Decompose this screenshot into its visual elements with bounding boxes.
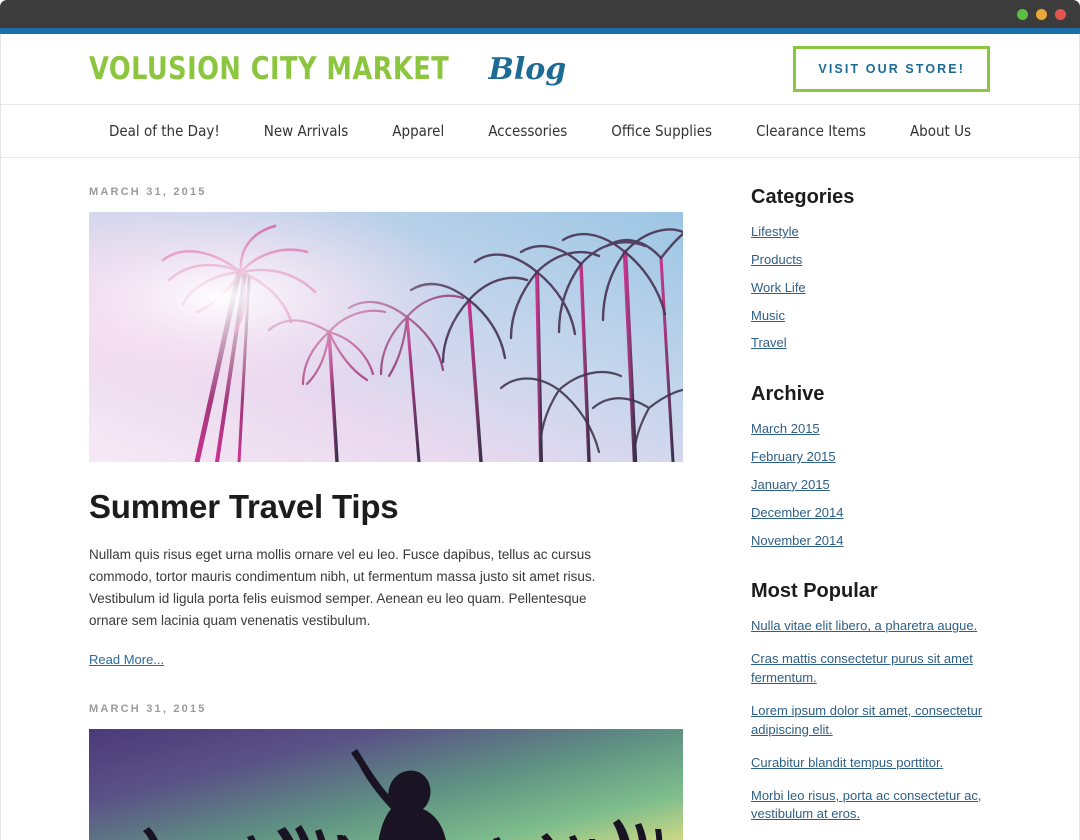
most-popular-list: Nulla vitae elit libero, a pharetra augu… xyxy=(751,617,987,824)
list-item: Morbi leo risus, porta ac consectetur ac… xyxy=(751,787,987,825)
site-header: VOLUSION CITY MARKET Blog VISIT OUR STOR… xyxy=(1,34,1079,105)
list-item: Nulla vitae elit libero, a pharetra augu… xyxy=(751,617,987,636)
widget-title-categories: Categories xyxy=(751,186,855,208)
popular-link-4[interactable]: Curabitur blandit tempus porttitor. xyxy=(751,755,943,770)
concert-crowd-illustration xyxy=(89,729,683,840)
read-more-link[interactable]: Read More... xyxy=(89,652,164,667)
archive-link-november-2014[interactable]: November 2014 xyxy=(751,533,844,548)
window-maximize-dot[interactable] xyxy=(1017,9,1028,20)
blog-post: MARCH 31, 2015 xyxy=(89,186,687,669)
list-item: November 2014 xyxy=(751,532,987,551)
post-title: Summer Travel Tips xyxy=(89,488,399,525)
content-area: MARCH 31, 2015 Summer Travel Tips Nullam… xyxy=(1,158,1079,840)
list-item: Lorem ipsum dolor sit amet, consectetur … xyxy=(751,702,987,740)
widget-archive: Archive March 2015 February 2015 January… xyxy=(751,383,987,550)
post-featured-image-concert[interactable] xyxy=(89,729,683,840)
post-date: MARCH 31, 2015 xyxy=(89,186,207,198)
palm-trees-illustration xyxy=(89,212,683,462)
list-item: Lifestyle xyxy=(751,223,987,242)
window-controls xyxy=(1017,9,1066,20)
list-item: December 2014 xyxy=(751,504,987,523)
main-navigation: Deal of the Day! New Arrivals Apparel Ac… xyxy=(1,105,1079,158)
archive-link-march-2015[interactable]: March 2015 xyxy=(751,421,820,436)
list-item: Products xyxy=(751,251,987,270)
archive-link-january-2015[interactable]: January 2015 xyxy=(751,477,830,492)
list-item: Music xyxy=(751,307,987,326)
widget-categories: Categories Lifestyle Products Work Life … xyxy=(751,186,987,353)
category-link-music[interactable]: Music xyxy=(751,308,785,323)
logo-wordmark: VOLUSION CITY MARKET xyxy=(89,51,450,87)
post-excerpt: Nullam quis risus eget urna mollis ornar… xyxy=(89,547,596,628)
archive-link-december-2014[interactable]: December 2014 xyxy=(751,505,844,520)
categories-list: Lifestyle Products Work Life Music Trave… xyxy=(751,223,987,353)
sidebar: Categories Lifestyle Products Work Life … xyxy=(687,158,987,840)
list-item: Work Life xyxy=(751,279,987,298)
nav-item-office-supplies[interactable]: Office Supplies xyxy=(589,122,734,140)
list-item: January 2015 xyxy=(751,476,987,495)
site-page: VOLUSION CITY MARKET Blog VISIT OUR STOR… xyxy=(0,34,1080,840)
logo-blog-script: Blog xyxy=(488,52,567,87)
widget-most-popular: Most Popular Nulla vitae elit libero, a … xyxy=(751,580,987,824)
nav-item-about-us[interactable]: About Us xyxy=(888,122,993,140)
nav-item-new-arrivals[interactable]: New Arrivals xyxy=(242,122,371,140)
window-close-dot[interactable] xyxy=(1055,9,1066,20)
post-date: MARCH 31, 2015 xyxy=(89,703,207,716)
window-minimize-dot[interactable] xyxy=(1036,9,1047,20)
category-link-work-life[interactable]: Work Life xyxy=(751,280,806,295)
archive-link-february-2015[interactable]: February 2015 xyxy=(751,449,836,464)
category-link-products[interactable]: Products xyxy=(751,252,802,267)
site-logo[interactable]: VOLUSION CITY MARKET Blog xyxy=(89,51,566,87)
category-link-travel[interactable]: Travel xyxy=(751,335,787,350)
archive-list: March 2015 February 2015 January 2015 De… xyxy=(751,420,987,550)
widget-title-archive: Archive xyxy=(751,383,825,406)
nav-item-deal-of-the-day[interactable]: Deal of the Day! xyxy=(87,122,242,140)
list-item: Travel xyxy=(751,334,987,353)
list-item: Curabitur blandit tempus porttitor. xyxy=(751,754,987,773)
blog-post: MARCH 31, 2015 xyxy=(89,703,687,840)
post-list: MARCH 31, 2015 Summer Travel Tips Nullam… xyxy=(1,158,687,840)
popular-link-3[interactable]: Lorem ipsum dolor sit amet, consectetur … xyxy=(751,703,982,737)
post-featured-image-palms[interactable] xyxy=(89,212,683,462)
popular-link-1[interactable]: Nulla vitae elit libero, a pharetra augu… xyxy=(751,618,977,633)
list-item: February 2015 xyxy=(751,448,987,467)
nav-item-clearance-items[interactable]: Clearance Items xyxy=(734,122,888,140)
category-link-lifestyle[interactable]: Lifestyle xyxy=(751,224,799,239)
visit-our-store-button[interactable]: VISIT OUR STORE! xyxy=(793,46,990,92)
list-item: Cras mattis consectetur purus sit amet f… xyxy=(751,650,987,688)
browser-titlebar xyxy=(0,0,1080,28)
popular-link-5[interactable]: Morbi leo risus, porta ac consectetur ac… xyxy=(751,788,982,822)
widget-title-most-popular: Most Popular xyxy=(751,580,878,603)
nav-item-accessories[interactable]: Accessories xyxy=(466,122,589,140)
nav-item-apparel[interactable]: Apparel xyxy=(370,122,466,140)
list-item: March 2015 xyxy=(751,420,987,439)
browser-window: VOLUSION CITY MARKET Blog VISIT OUR STOR… xyxy=(0,0,1080,840)
popular-link-2[interactable]: Cras mattis consectetur purus sit amet f… xyxy=(751,651,973,685)
